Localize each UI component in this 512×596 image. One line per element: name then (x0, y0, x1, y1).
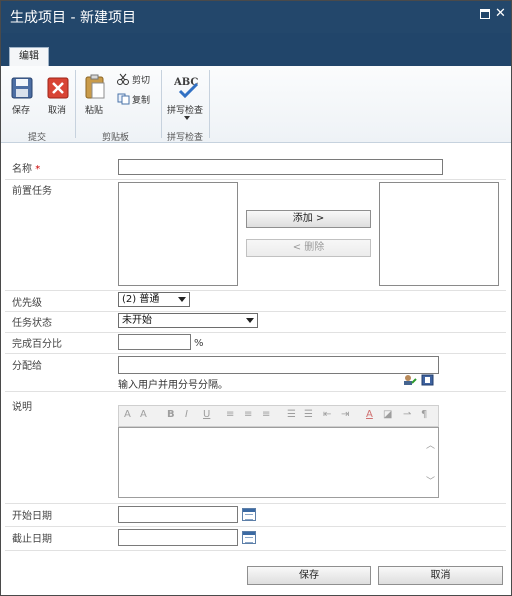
copy-icon[interactable] (117, 93, 130, 108)
group-commit-label: 提交 (28, 133, 47, 143)
tab-edit[interactable]: 编辑 (9, 47, 49, 67)
group-separator (75, 70, 76, 138)
cancel-ribbon-label: 取消 (48, 106, 67, 116)
row-divider (5, 353, 506, 354)
address-book-icon[interactable] (421, 374, 434, 389)
name-input[interactable] (118, 159, 443, 175)
increase-indent-icon[interactable]: ⇥ (341, 409, 349, 420)
group-clipboard-label: 剪贴板 (102, 133, 130, 143)
align-left-icon[interactable]: ≡ (226, 409, 234, 420)
dialog-title: 生成项目 - 新建项目 (10, 10, 136, 26)
maximize-icon[interactable] (480, 9, 490, 19)
description-editor[interactable] (118, 427, 439, 498)
row-divider (5, 391, 506, 392)
priority-value: (2) 普通 (122, 294, 160, 305)
name-label-text: 名称 (12, 164, 32, 175)
percent-label: 完成百分比 (12, 339, 62, 350)
ribbon (1, 66, 511, 143)
paste-ribbon-label: 粘贴 (85, 106, 104, 116)
bulleted-list-icon[interactable]: ☰ (304, 409, 313, 420)
status-select[interactable]: 未开始 (118, 313, 258, 328)
cancel-button[interactable]: 取消 (378, 566, 503, 585)
description-label: 说明 (12, 402, 32, 413)
chevron-down-icon[interactable] (184, 116, 190, 120)
row-divider (5, 526, 506, 527)
calendar-icon[interactable] (242, 531, 256, 544)
save-button[interactable]: 保存 (247, 566, 371, 585)
required-mark: * (35, 164, 41, 175)
group-spelling-label: 拼写检查 (167, 133, 204, 143)
decrease-indent-icon[interactable]: ⇤ (323, 409, 331, 420)
spellcheck-ribbon-label: 拼写检查 (167, 106, 204, 116)
row-divider (5, 503, 506, 504)
paste-ribbon-button[interactable] (84, 74, 106, 103)
floppy-disk-icon (11, 77, 33, 99)
text-color-icon[interactable]: A (366, 409, 373, 420)
ltr-direction-icon[interactable]: ⇀ (403, 409, 411, 420)
name-label: 名称 * (12, 160, 40, 175)
spellcheck-ribbon-button[interactable]: ABC (173, 75, 200, 102)
status-label: 任务状态 (12, 318, 52, 329)
align-right-icon[interactable]: ≡ (262, 409, 270, 420)
highlight-color-icon[interactable]: ◪ (383, 409, 392, 420)
clipboard-icon (85, 74, 105, 99)
add-button[interactable]: 添加 > (246, 210, 371, 228)
due-date-label: 截止日期 (12, 534, 52, 545)
row-divider (5, 311, 506, 312)
italic-icon[interactable]: I (185, 409, 188, 420)
priority-label: 优先级 (12, 298, 42, 309)
predecessors-label: 前置任务 (12, 186, 52, 197)
group-separator (209, 70, 210, 138)
start-date-input[interactable] (118, 506, 238, 523)
close-icon[interactable]: ✕ (495, 6, 506, 21)
copy-button[interactable]: 复制 (132, 93, 150, 106)
chevron-down-icon (246, 318, 254, 323)
bold-icon[interactable]: B (167, 409, 175, 420)
rtl-direction-icon[interactable]: ¶ (421, 409, 427, 420)
remove-button[interactable]: < 删除 (246, 239, 371, 257)
row-divider (5, 179, 506, 180)
percent-input[interactable] (118, 334, 191, 350)
selected-tasks-list[interactable] (379, 182, 499, 286)
save-ribbon-button[interactable] (11, 77, 33, 102)
group-separator (161, 70, 162, 138)
assigned-to-input[interactable] (118, 356, 439, 374)
save-ribbon-label: 保存 (12, 106, 31, 116)
status-value: 未开始 (122, 315, 152, 326)
scissors-icon[interactable] (117, 73, 129, 88)
assigned-hint: 输入用户并用分号分隔。 (118, 380, 228, 391)
align-center-icon[interactable]: ≡ (244, 409, 252, 420)
font-size-decrease-icon[interactable]: A (124, 409, 131, 420)
scroll-up-icon[interactable]: ︿ (426, 438, 435, 451)
ribbon-header (1, 33, 511, 66)
font-size-increase-icon[interactable]: A (140, 409, 147, 420)
percent-suffix: % (194, 338, 204, 349)
row-divider (5, 290, 506, 291)
row-divider (5, 332, 506, 333)
red-x-icon (47, 77, 69, 99)
start-date-label: 开始日期 (12, 511, 52, 522)
numbered-list-icon[interactable]: ☰ (287, 409, 296, 420)
scroll-down-icon[interactable]: ﹀ (426, 474, 435, 487)
priority-select[interactable]: (2) 普通 (118, 292, 190, 307)
available-tasks-list[interactable] (118, 182, 238, 286)
cut-button[interactable]: 剪切 (132, 73, 150, 86)
abc-check-icon: ABC (173, 77, 198, 99)
row-divider (5, 550, 506, 551)
calendar-icon[interactable] (242, 508, 256, 521)
underline-icon[interactable]: U (203, 409, 210, 420)
cancel-ribbon-button[interactable] (47, 77, 69, 102)
people-picker-icon[interactable] (403, 374, 417, 389)
chevron-down-icon (178, 297, 186, 302)
due-date-input[interactable] (118, 529, 238, 546)
assigned-label: 分配给 (12, 361, 42, 372)
